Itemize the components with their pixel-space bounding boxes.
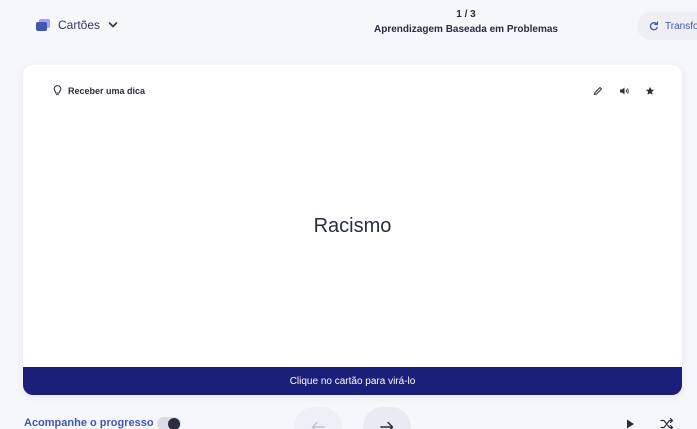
lightbulb-icon [53,85,62,96]
track-progress-toggle[interactable] [157,417,181,429]
refresh-icon [649,21,659,31]
toggle-knob [168,418,180,429]
bottom-controls: Acompanhe o progresso [0,405,697,429]
top-bar: Cartões 1 / 3 Aprendizagem Baseada em Pr… [0,0,697,60]
chevron-down-icon [108,22,118,28]
hint-label: Receber uma dica [68,85,146,96]
transform-button[interactable]: Transfo [637,12,697,40]
star-icon [645,86,655,95]
study-mode-label: Cartões [58,18,101,32]
speaker-icon [619,87,629,95]
study-mode-dropdown[interactable]: Cartões [36,14,118,36]
arrow-left-icon [311,421,325,429]
cards-icon [36,19,50,31]
shuffle-icon[interactable] [660,417,674,429]
edit-button[interactable] [592,85,604,97]
transform-label: Transfo [665,20,697,32]
star-button[interactable] [644,85,656,97]
card-term: Racismo [313,215,392,237]
progress-header: 1 / 3 Aprendizagem Baseada em Problemas [330,9,602,35]
play-icon[interactable] [624,418,636,429]
card-toolbar [592,85,656,97]
track-progress-label: Acompanhe o progresso [24,417,154,429]
card-progress-count: 1 / 3 [456,9,476,20]
pencil-icon [594,87,602,95]
audio-button[interactable] [618,85,630,97]
flip-instruction-bar[interactable]: Clique no cartão para virá-lo [23,367,682,395]
flip-instruction-label: Clique no cartão para virá-lo [289,375,416,387]
arrow-right-icon [380,421,394,429]
flashcard[interactable]: Receber uma dica Racismo Clique no cartã… [23,65,682,395]
hint-button[interactable]: Receber uma dica [53,85,145,96]
previous-card-button[interactable] [294,407,342,429]
set-title: Aprendizagem Baseada em Problemas [374,24,558,35]
next-card-button[interactable] [363,407,411,429]
